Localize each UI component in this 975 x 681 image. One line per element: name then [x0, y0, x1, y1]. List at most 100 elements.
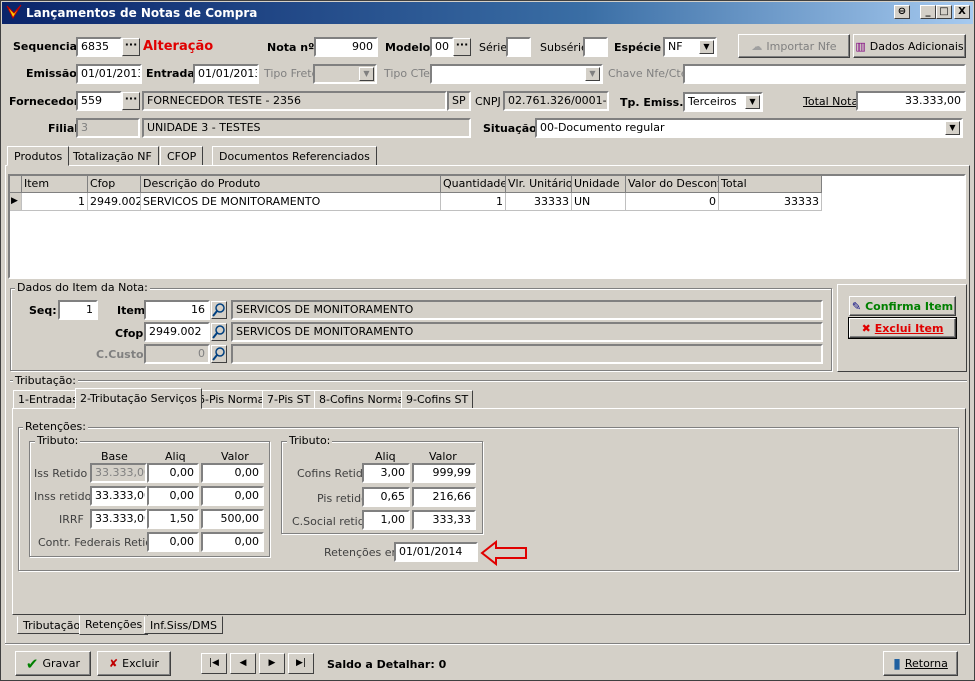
chave-label: Chave Nfe/Cte — [608, 67, 688, 80]
retorna-button[interactable]: ▮ Retorna — [883, 651, 958, 676]
fornecedor-code-field[interactable]: 559 — [76, 91, 122, 111]
contr-valor-field[interactable]: 0,00 — [201, 532, 264, 552]
tab-infsiss-bottom[interactable]: Inf.Siss/DMS — [144, 616, 223, 634]
retencoes-em-field[interactable]: 01/01/2014 — [394, 542, 478, 562]
iss-valor-field[interactable]: 0,00 — [201, 463, 264, 483]
serie-field[interactable] — [506, 37, 531, 57]
subserie-field[interactable] — [583, 37, 608, 57]
chevron-down-icon[interactable]: ▼ — [585, 67, 600, 81]
grid-cell[interactable]: 33333 — [719, 193, 822, 211]
chevron-down-icon[interactable]: ▼ — [359, 67, 374, 81]
grid-header[interactable]: Total — [719, 176, 822, 193]
emissao-field[interactable]: 01/01/2013 — [76, 64, 142, 84]
cofins-valor-field[interactable]: 999,99 — [412, 463, 476, 483]
contr-aliq-field[interactable]: 0,00 — [147, 532, 199, 552]
tab-pis-normal[interactable]: 6-Pis Normal — [193, 390, 273, 409]
close-button[interactable]: X — [954, 5, 970, 19]
inss-base-field[interactable]: 33.333,00 — [90, 486, 147, 506]
tab-totalizacao[interactable]: Totalização NF — [66, 146, 159, 166]
inss-aliq-field[interactable]: 0,00 — [147, 486, 199, 506]
grid-cell[interactable]: 2949.002 — [88, 193, 141, 211]
prev-record-button[interactable]: ◀ — [230, 653, 256, 674]
next-record-button[interactable]: ▶ — [259, 653, 285, 674]
exclui-item-button[interactable]: ✖ Exclui Item — [848, 317, 957, 339]
csocial-aliq-field[interactable]: 1,00 — [362, 510, 410, 530]
grid-cell[interactable]: SERVICOS DE MONITORAMENTO — [141, 193, 441, 211]
grid-cell[interactable]: 33333 — [506, 193, 572, 211]
grid-header[interactable]: Item — [22, 176, 88, 193]
maximize-button[interactable]: □ — [936, 5, 952, 19]
tab-produtos[interactable]: Produtos — [7, 146, 70, 166]
tab-cfop[interactable]: CFOP — [160, 146, 204, 166]
tab-cofins-normal[interactable]: 8-Cofins Normal — [314, 390, 413, 409]
especie-select[interactable]: NF ▼ — [663, 37, 717, 57]
ccusto-search-icon[interactable] — [211, 345, 227, 363]
pis-aliq-field[interactable]: 0,65 — [362, 487, 410, 507]
restore-icon[interactable]: ⊖ — [894, 5, 910, 19]
seq-field[interactable]: 1 — [58, 300, 98, 320]
item-search-icon[interactable] — [211, 301, 227, 319]
item-field[interactable]: 16 — [144, 300, 210, 320]
irrf-aliq-field[interactable]: 1,50 — [147, 509, 199, 529]
pis-valor-field[interactable]: 216,66 — [412, 487, 476, 507]
inss-valor-field[interactable]: 0,00 — [201, 486, 264, 506]
chevron-down-icon[interactable]: ▼ — [945, 121, 960, 135]
importar-nfe-label: Importar Nfe — [766, 39, 837, 53]
iss-base-field[interactable]: 33.333,00 — [90, 463, 147, 483]
tab-tributacao-bottom[interactable]: Tributação — [17, 616, 87, 634]
grid-header[interactable]: Quantidade — [441, 176, 506, 193]
tab-retencoes-bottom[interactable]: Retenções — [79, 615, 149, 635]
gravar-button[interactable]: ✔ Gravar — [15, 651, 91, 676]
tipo-frete-select[interactable]: ▼ — [313, 64, 377, 84]
chevron-down-icon[interactable]: ▼ — [699, 40, 714, 54]
nota-field[interactable]: 900 — [314, 37, 378, 57]
grid-header[interactable]: Unidade — [572, 176, 626, 193]
retencoes-title: Retenções: — [23, 420, 88, 433]
importar-nfe-button[interactable]: ☁ Importar Nfe — [738, 34, 850, 58]
sequencia-lookup-button[interactable]: ··· — [122, 38, 140, 56]
grid-cell[interactable]: 0 — [626, 193, 719, 211]
ccusto-field[interactable]: 0 — [144, 344, 210, 364]
tab-pis-st[interactable]: 7-Pis ST — [262, 390, 316, 409]
entrada-field[interactable]: 01/01/2013 — [193, 64, 259, 84]
cofins-aliq-field[interactable]: 3,00 — [362, 463, 410, 483]
grid-header[interactable]: Cfop — [88, 176, 141, 193]
ccusto-desc-field — [231, 344, 823, 364]
modelo-field[interactable]: 00 — [430, 37, 454, 57]
confirma-item-button[interactable]: ✎ Confirma Item — [849, 296, 956, 316]
tipo-cte-select[interactable]: ▼ — [430, 64, 603, 84]
first-record-button[interactable]: |◀ — [201, 653, 227, 674]
irrf-base-field[interactable]: 33.333,00 — [90, 509, 147, 529]
total-nota-field[interactable]: 33.333,00 — [856, 91, 966, 111]
item-group-title: Dados do Item da Nota: — [15, 281, 150, 294]
tab-documentos[interactable]: Documentos Referenciados — [212, 146, 377, 166]
iss-aliq-field[interactable]: 0,00 — [147, 463, 199, 483]
tp-emiss-select[interactable]: Terceiros ▼ — [683, 92, 763, 112]
csocial-valor-field[interactable]: 333,33 — [412, 510, 476, 530]
excluir-button[interactable]: ✘ Excluir — [97, 651, 171, 676]
produtos-grid[interactable]: Item Cfop Descrição do Produto Quantidad… — [8, 174, 966, 279]
tab-entradas[interactable]: 1-Entradas — [13, 390, 83, 409]
chave-field[interactable] — [683, 64, 966, 84]
modelo-lookup-button[interactable]: ··· — [453, 38, 471, 56]
last-record-button[interactable]: ▶| — [288, 653, 314, 674]
arrow-left-icon — [480, 540, 527, 566]
situacao-select[interactable]: 00-Documento regular ▼ — [535, 118, 963, 138]
tab-cofins-st[interactable]: 9-Cofins ST — [401, 390, 474, 409]
situacao-label: Situação — [483, 122, 537, 135]
chevron-down-icon[interactable]: ▼ — [745, 95, 760, 109]
grid-cell[interactable]: 1 — [22, 193, 88, 211]
grid-header[interactable]: Valor do Desconto — [626, 176, 719, 193]
sequencia-field[interactable]: 6835 — [76, 37, 122, 57]
grid-cell[interactable]: 1 — [441, 193, 506, 211]
grid-header[interactable]: Descrição do Produto — [141, 176, 441, 193]
grid-cell[interactable]: UN — [572, 193, 626, 211]
minimize-button[interactable]: _ — [920, 5, 936, 19]
tab-tributacao-servicos[interactable]: 2-Tributação Serviços — [75, 388, 203, 409]
grid-header[interactable]: Vlr. Unitário — [506, 176, 572, 193]
cfop-search-icon[interactable] — [211, 323, 227, 341]
cfop-field[interactable]: 2949.002 — [144, 322, 210, 342]
dados-adicionais-button[interactable]: ▥ Dados Adicionais — [853, 34, 966, 58]
irrf-valor-field[interactable]: 500,00 — [201, 509, 264, 529]
fornecedor-lookup-button[interactable]: ··· — [122, 92, 140, 110]
